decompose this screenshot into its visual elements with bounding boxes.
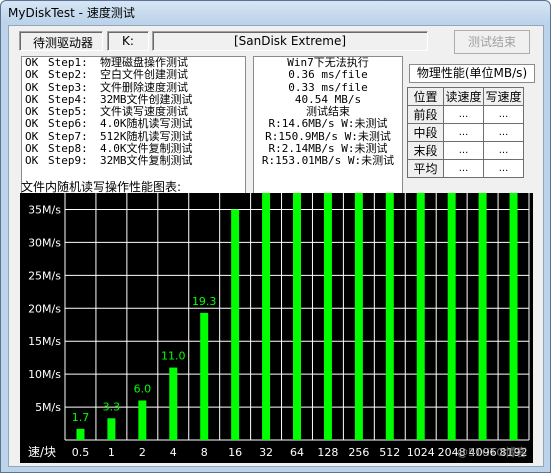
perf-header-write: 写速度 (483, 87, 524, 106)
y-tick-label: 20M/s (28, 302, 61, 315)
y-tick-label: 5M/s (35, 401, 61, 414)
title-bar[interactable]: MyDiskTest - 速度测试 (1, 1, 550, 23)
x-axis-label: 速/块 (28, 445, 56, 459)
perf-pos: 平均 (407, 159, 444, 178)
step-desc: 空白文件创建测试 (100, 68, 188, 82)
result-row: 0.36 ms/file (288, 68, 368, 82)
bar (200, 312, 209, 440)
y-tick-label: 35M/s (28, 203, 61, 216)
bar (76, 428, 85, 440)
perf-row: 中段 ... ... (407, 123, 524, 142)
perf-header-row: 位置 读速度 写速度 (407, 87, 524, 106)
data-label: 3.3 (103, 400, 121, 413)
bar (262, 193, 271, 440)
perf-table: 位置 读速度 写速度 前段 ... ... 中段 ... ... 末段 ... … (407, 87, 524, 178)
perf-write: ... (483, 159, 524, 178)
bar (385, 193, 394, 440)
window-title: MyDiskTest - 速度测试 (8, 6, 135, 20)
step-status: OK (25, 68, 39, 82)
x-tick-label: 64 (290, 446, 304, 459)
end-test-button[interactable]: 测试结束 (454, 30, 530, 54)
bar (107, 418, 116, 440)
data-label: 19.3 (192, 295, 217, 308)
perf-read: ... (443, 105, 484, 124)
bar (293, 193, 301, 440)
app-window: MyDiskTest - 速度测试 待测驱动器 K: [SanDisk Extr… (0, 0, 551, 473)
x-tick-label: 512 (379, 446, 400, 459)
step-row: OK Step6: 4.0K随机读写测试 (22, 117, 245, 131)
drive-letter: K: (122, 34, 134, 48)
perf-row: 平均 ... ... (407, 159, 524, 178)
watermark: @51CTO博客 (457, 445, 527, 459)
perf-header-read: 读速度 (443, 87, 484, 106)
perf-row: 前段 ... ... (407, 105, 524, 124)
x-tick-label: 256 (348, 446, 369, 459)
step-row: OK Step9: 32MB文件复制测试 (22, 154, 245, 168)
bar (169, 367, 178, 440)
step-id: Step2: (48, 68, 88, 82)
perf-write: ... (483, 105, 524, 124)
x-tick-label: 128 (317, 446, 338, 459)
y-tick-label: 30M/s (28, 236, 61, 249)
perf-write: ... (483, 123, 524, 142)
performance-chart: 5M/s 10M/s 15M/s 20M/s 25M/s 30M/s 35M/s 0.5 1.7… (20, 193, 533, 463)
perf-header-pos: 位置 (407, 87, 444, 106)
bar (323, 193, 332, 440)
x-tick-label: 4 (170, 446, 177, 459)
step-desc: 4.0K随机读写测试 (100, 117, 193, 131)
x-tick-label: 2 (139, 446, 146, 459)
step-status: OK (25, 154, 39, 168)
data-label: 11.0 (161, 350, 186, 363)
x-tick-label: 1 (108, 446, 115, 459)
step-id: Step6: (48, 117, 88, 131)
perf-pos: 中段 (407, 123, 444, 142)
bar (478, 193, 487, 440)
bar (138, 400, 147, 440)
bar (354, 193, 363, 440)
bar (509, 193, 518, 440)
x-tick-label: 0.5 (72, 446, 90, 459)
client-area: 待测驱动器 K: [SanDisk Extreme] 测试结束 OK Step1:… (8, 25, 544, 467)
data-label: 6.0 (134, 382, 152, 395)
steps-list: OK Step1: 物理磁盘操作测试 OK Step2: 空白文件创建测试 OK Step3:… (21, 56, 246, 195)
perf-row: 末段 ... ... (407, 141, 524, 160)
bar (231, 209, 240, 440)
bar (416, 193, 425, 440)
y-tick-label: 25M/s (28, 269, 61, 282)
x-tick-label: 1024 (407, 446, 435, 459)
y-tick-label: 15M/s (28, 335, 61, 348)
step-desc: 32MB文件复制测试 (100, 154, 193, 168)
perf-write: ... (483, 141, 524, 160)
y-tick-label: 10M/s (28, 368, 61, 381)
result-row: R:14.6MB/s W:未测试 (268, 117, 388, 131)
step-row: OK Step2: 空白文件创建测试 (22, 68, 245, 82)
perf-read: ... (443, 141, 484, 160)
perf-read: ... (443, 159, 484, 178)
perf-title: 物理性能(单位MB/s) (409, 64, 535, 83)
result-row: R:153.01MB/s W:未测试 (261, 154, 395, 168)
bar (447, 193, 456, 440)
results-list: Win7下无法执行 0.36 ms/file 0.33 ms/file 40.54 M… (253, 56, 403, 195)
perf-pos: 末段 (407, 141, 444, 160)
x-tick-label: 8 (201, 446, 208, 459)
data-label: 1.7 (72, 411, 90, 424)
step-id: Step9: (48, 154, 88, 168)
device-name: [SanDisk Extreme] (233, 34, 347, 48)
perf-read: ... (443, 123, 484, 142)
chart-svg: 5M/s 10M/s 15M/s 20M/s 25M/s 30M/s 35M/s 0.5 1.7… (28, 193, 530, 459)
step-status: OK (25, 117, 39, 131)
x-tick-label: 32 (259, 446, 273, 459)
x-tick-label: 16 (228, 446, 242, 459)
perf-pos: 前段 (407, 105, 444, 124)
drive-label: 待测驱动器 (33, 36, 94, 50)
